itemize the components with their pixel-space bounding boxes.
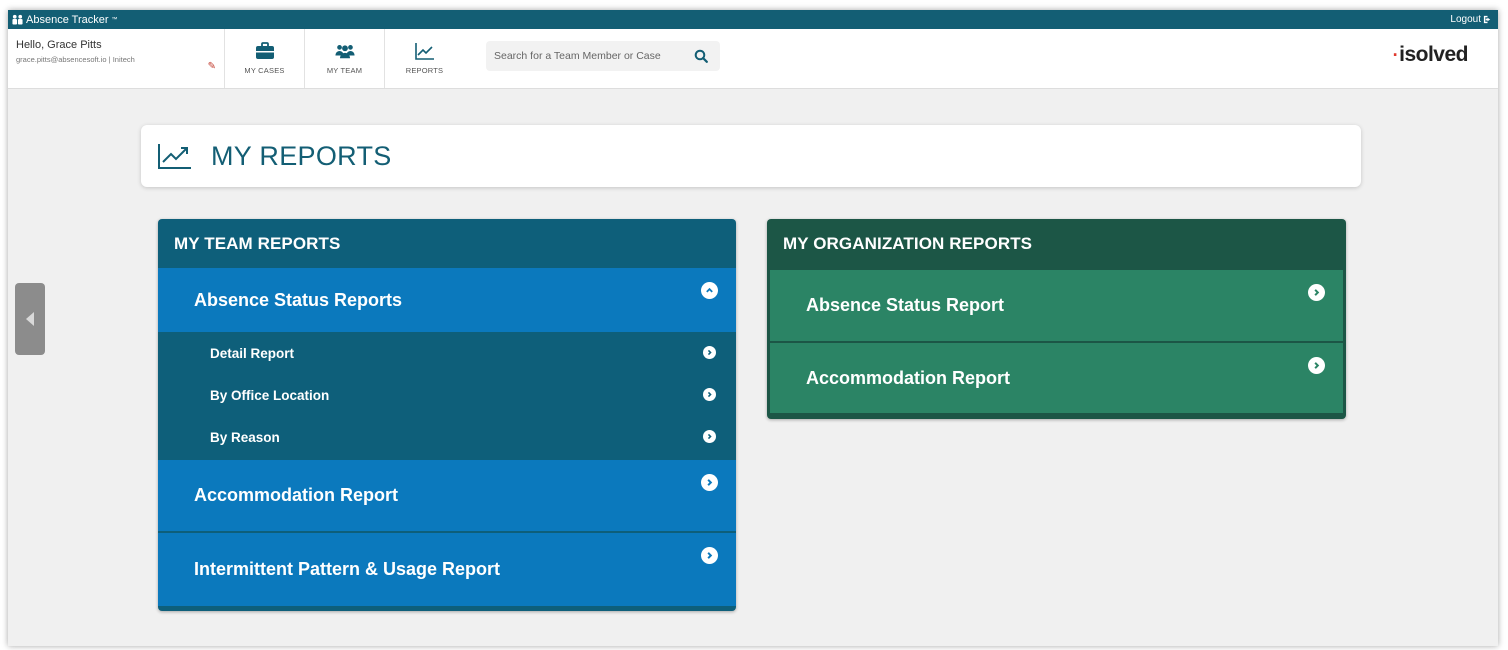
sidebar-toggle[interactable] (15, 283, 45, 355)
trademark: ™ (111, 16, 118, 23)
chevron-right-icon (703, 346, 716, 359)
header: Hello, Grace Pitts grace.pitts@absenceso… (8, 29, 1498, 89)
org-reports-heading: MY ORGANIZATION REPORTS (783, 233, 1033, 253)
detail-report-label: Detail Report (210, 345, 295, 361)
caret-left-icon (26, 312, 34, 326)
search-icon[interactable] (694, 49, 708, 63)
chevron-right-icon (703, 430, 716, 443)
logout-icon (1483, 15, 1491, 24)
chart-line-icon (414, 43, 434, 60)
by-reason-label: By Reason (210, 429, 280, 445)
app-brand: Absence Tracker ™ (12, 14, 118, 26)
intermittent-report-link[interactable]: Intermittent Pattern & Usage Report (158, 531, 736, 606)
org-reports-panel: MY ORGANIZATION REPORTS Absence Status R… (767, 219, 1346, 419)
search-box (486, 41, 720, 71)
nav-reports[interactable]: REPORTS (384, 29, 464, 88)
logout-label: Logout (1450, 14, 1481, 25)
by-reason-link[interactable]: By Reason (158, 416, 736, 458)
chart-line-icon (158, 144, 191, 169)
absence-status-reports-label: Absence Status Reports (194, 289, 403, 310)
nav-my-team-label: MY TEAM (326, 66, 363, 75)
by-office-location-label: By Office Location (210, 387, 330, 403)
chevron-right-icon (1308, 357, 1325, 374)
intermittent-report-label: Intermittent Pattern & Usage Report (194, 559, 501, 579)
logo-text: isolved (1399, 43, 1468, 66)
org-accommodation-report-label: Accommodation Report (806, 367, 1011, 388)
nav-my-cases-label: MY CASES (244, 66, 285, 75)
chevron-right-icon (1308, 284, 1325, 301)
logout-link[interactable]: Logout (1450, 14, 1492, 25)
app-window: Absence Tracker ™ Logout Hello, Grace Pit… (8, 10, 1498, 646)
briefcase-icon (255, 42, 274, 59)
nav-reports-label: REPORTS (405, 66, 444, 75)
user-info: Hello, Grace Pitts grace.pitts@absenceso… (8, 29, 224, 88)
org-accommodation-report-link[interactable]: Accommodation Report (770, 341, 1343, 413)
page-title: MY REPORTS (211, 140, 392, 171)
user-greeting: Hello, Grace Pitts (16, 39, 102, 51)
chevron-right-icon (701, 474, 718, 491)
search-input[interactable] (494, 50, 694, 62)
team-reports-panel: MY TEAM REPORTS Absence Status Reports D… (158, 219, 736, 611)
team-accommodation-report-link[interactable]: Accommodation Report (158, 458, 736, 531)
team-accommodation-report-label: Accommodation Report (194, 485, 399, 505)
page-title-card: MY REPORTS (141, 125, 1361, 187)
team-icon (334, 45, 355, 59)
isolved-logo: · isolved (1392, 43, 1469, 67)
logo-mark: · (1392, 44, 1399, 65)
team-reports-heading: MY TEAM REPORTS (174, 233, 341, 253)
org-absence-status-report-label: Absence Status Report (806, 295, 1005, 315)
by-office-location-link[interactable]: By Office Location (158, 374, 736, 416)
chevron-right-icon (703, 388, 716, 401)
chevron-right-icon (701, 547, 718, 564)
app-name: Absence Tracker (26, 13, 109, 26)
detail-report-link[interactable]: Detail Report (158, 332, 736, 374)
nav-my-team[interactable]: MY TEAM (304, 29, 384, 88)
chevron-up-icon (701, 282, 718, 299)
top-bar: Absence Tracker ™ Logout (8, 10, 1498, 29)
absence-status-reports-toggle[interactable]: Absence Status Reports (158, 268, 736, 332)
people-icon (12, 14, 23, 25)
nav-my-cases[interactable]: MY CASES (224, 29, 304, 88)
edit-profile-icon[interactable]: ✎ (208, 61, 216, 72)
org-absence-status-report-link[interactable]: Absence Status Report (770, 268, 1343, 341)
user-email: grace.pitts@absencesoft.io | Initech (16, 55, 135, 64)
